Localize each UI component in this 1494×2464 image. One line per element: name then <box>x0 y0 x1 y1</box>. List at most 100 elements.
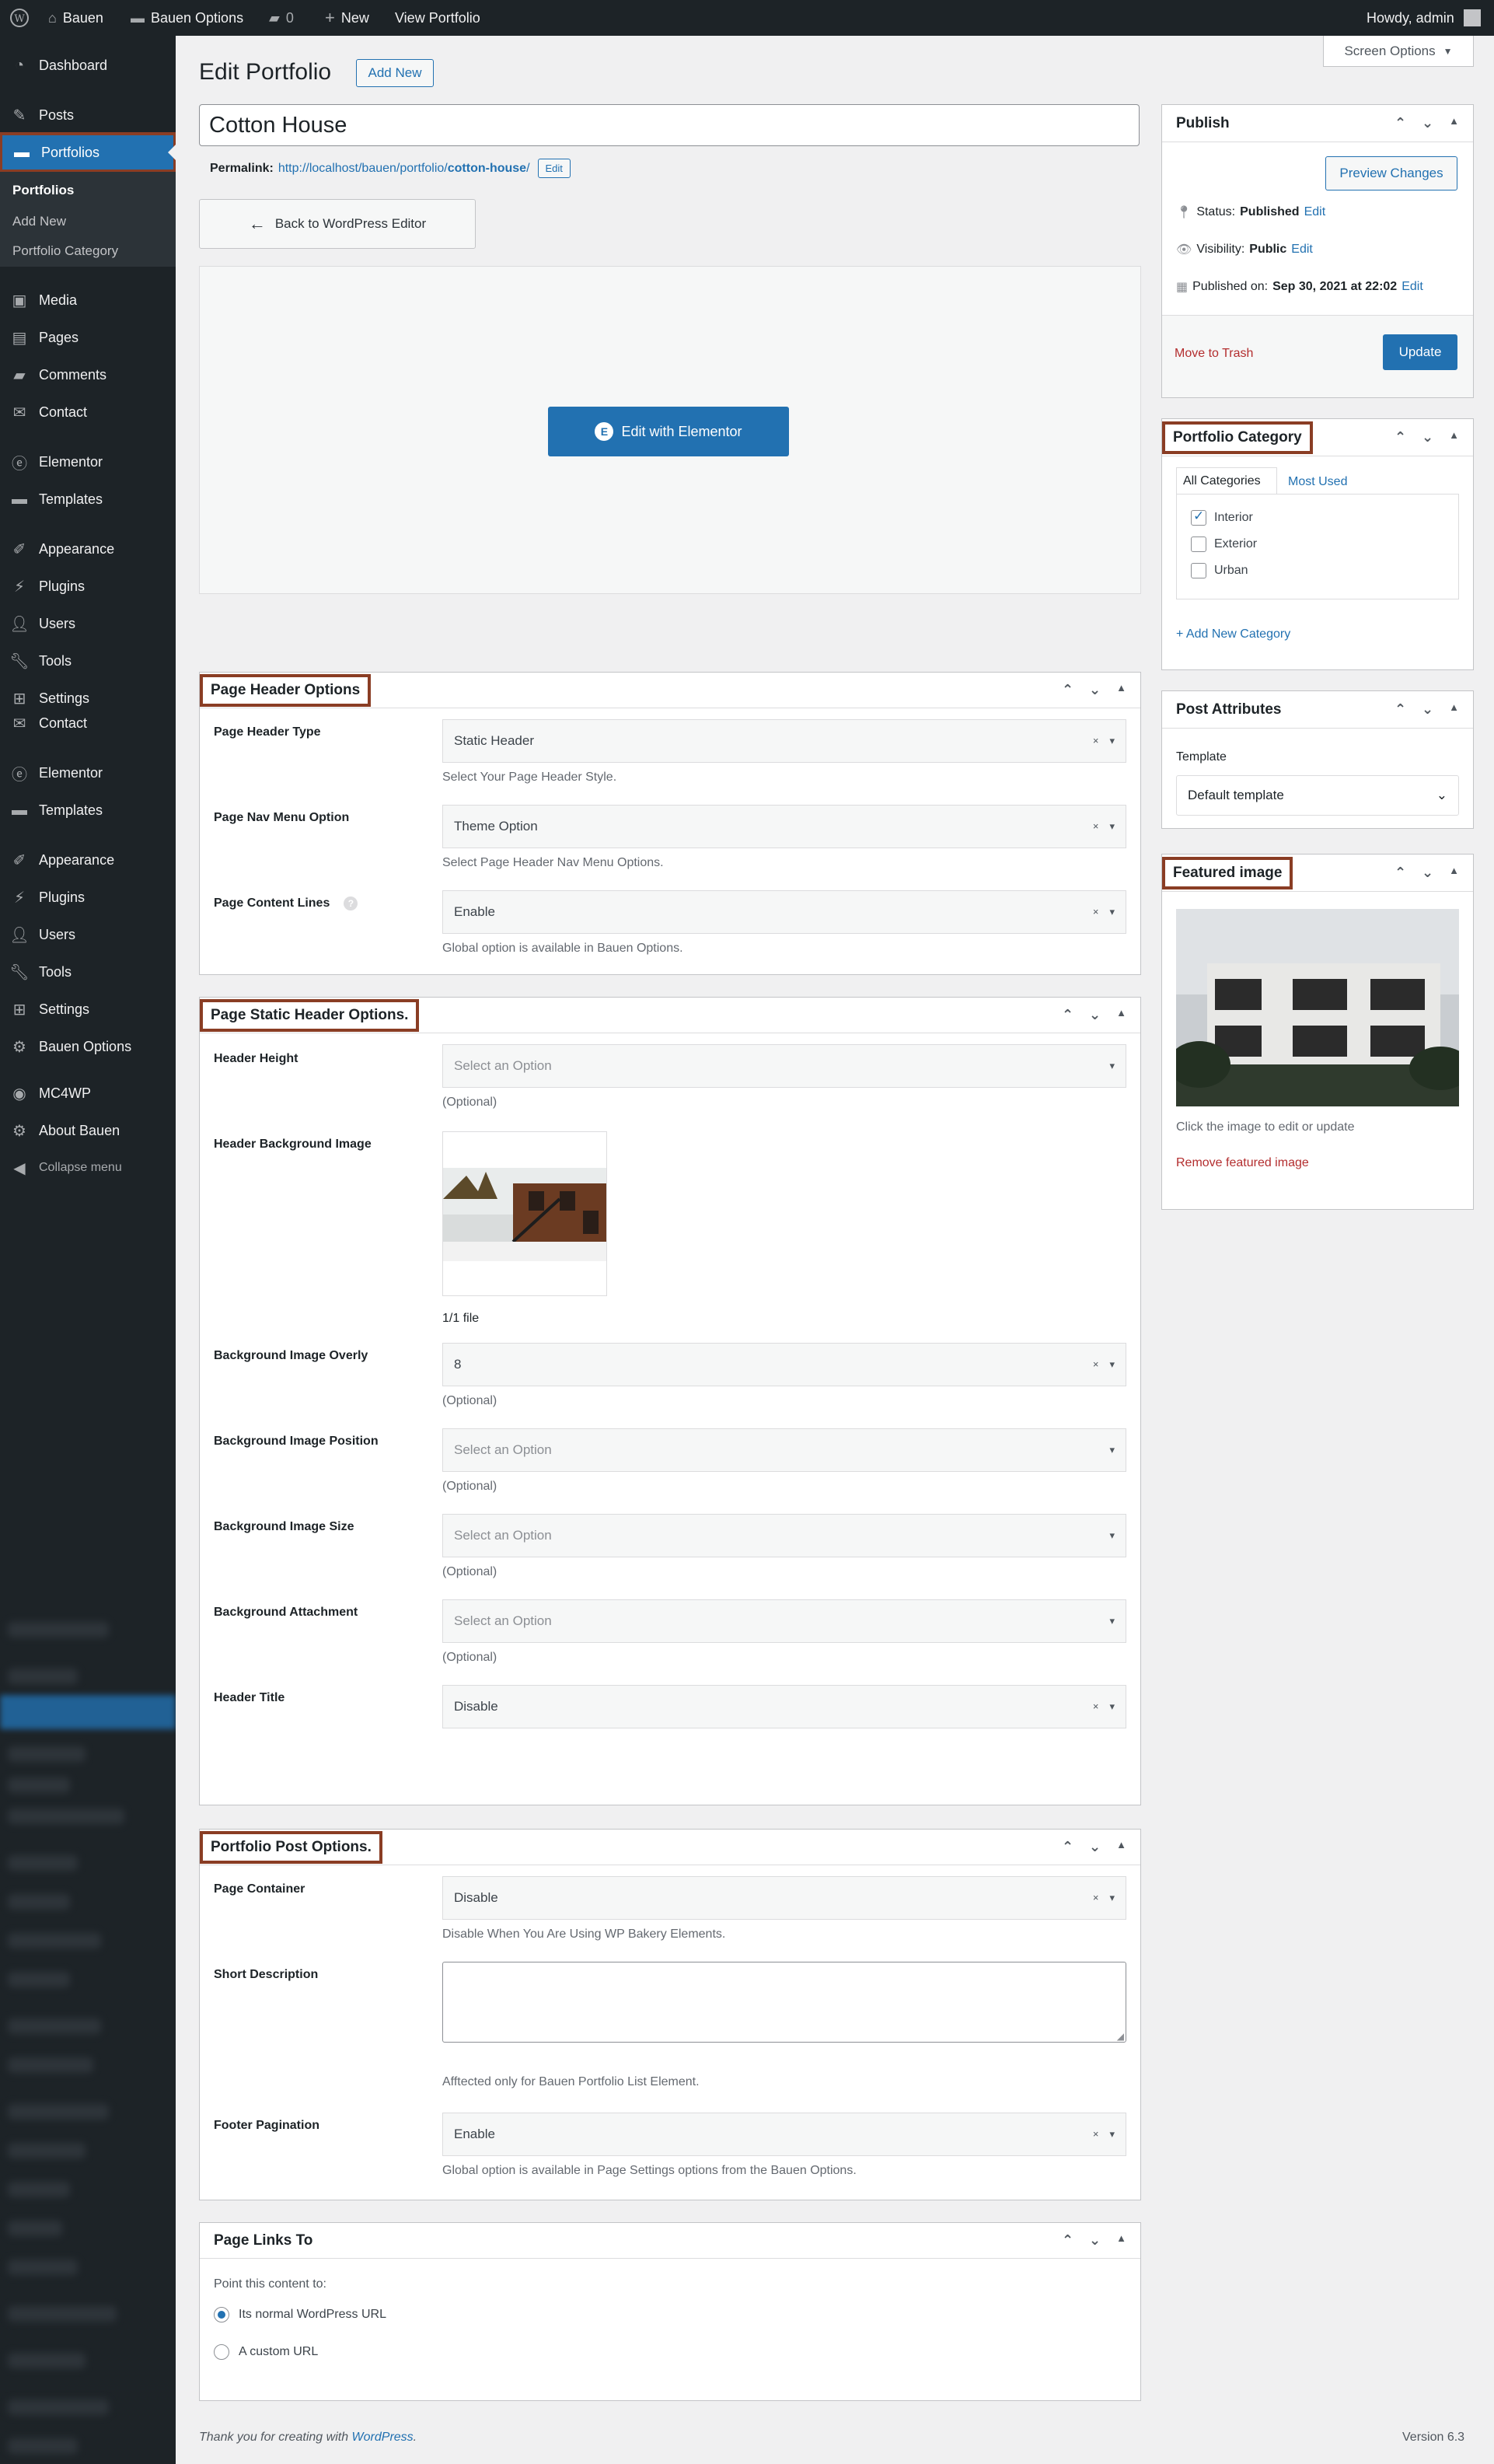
menu-templates-2[interactable]: ▬ Templates <box>0 793 176 827</box>
bauen-options-link[interactable]: ▬ Bauen Options <box>131 0 243 36</box>
background-image-position-select[interactable]: Select an Option ▾ <box>442 1428 1126 1472</box>
menu-contact[interactable]: ✉ Contact <box>0 395 176 429</box>
comments-link[interactable]: ▰ 0 <box>269 0 294 36</box>
site-name-link[interactable]: ⌂ Bauen <box>48 0 103 36</box>
menu-about-bauen[interactable]: ⚙ About Bauen <box>0 1113 176 1148</box>
menu-collapse[interactable]: ◀ Collapse menu <box>0 1151 176 1185</box>
menu-appearance-2[interactable]: ✐ Appearance <box>0 843 176 877</box>
toggle-icon[interactable]: ▲ <box>1449 115 1459 131</box>
page-nav-menu-select[interactable]: Theme Option × ▾ <box>442 805 1126 848</box>
menu-settings-2[interactable]: ⊞ Settings <box>0 992 176 1026</box>
move-up-icon[interactable]: ⌃ <box>1062 682 1073 698</box>
help-icon[interactable]: ? <box>344 896 358 910</box>
visibility-edit-link[interactable]: Edit <box>1291 243 1313 257</box>
page-content-lines-select[interactable]: Enable × ▾ <box>442 890 1126 934</box>
menu-comments[interactable]: ▰ Comments <box>0 358 176 392</box>
submenu-portfolios[interactable]: Portfolios <box>0 183 176 198</box>
resize-handle-icon[interactable]: ◢ <box>1117 2031 1124 2042</box>
menu-appearance[interactable]: ✐ Appearance <box>0 532 176 566</box>
menu-posts[interactable]: ✎ Posts <box>0 98 176 132</box>
add-new-category-link[interactable]: + Add New Category <box>1176 627 1290 641</box>
page-header-type-select[interactable]: Static Header × ▾ <box>442 719 1126 763</box>
clear-icon[interactable]: × <box>1093 2128 1099 2141</box>
menu-bauen-options[interactable]: ⚙ Bauen Options <box>0 1029 176 1064</box>
add-new-button[interactable]: Add New <box>356 59 434 87</box>
move-up-icon[interactable]: ⌃ <box>1395 429 1406 446</box>
background-image-overlay-select[interactable]: 8 × ▾ <box>442 1343 1126 1386</box>
link-option-normal[interactable]: Its normal WordPress URL <box>214 2307 386 2322</box>
radio-button[interactable] <box>214 2307 229 2322</box>
permalink-edit-button[interactable]: Edit <box>537 159 571 178</box>
menu-media[interactable]: ▣ Media <box>0 283 176 317</box>
menu-users[interactable]: 👤︎ Users <box>0 606 176 641</box>
view-portfolio-link[interactable]: View Portfolio <box>395 0 480 36</box>
screen-options-button[interactable]: Screen Options ▼ <box>1323 36 1474 67</box>
menu-tools[interactable]: 🔧︎ Tools <box>0 644 176 678</box>
move-down-icon[interactable]: ⌄ <box>1422 701 1433 718</box>
checkbox[interactable] <box>1191 563 1206 578</box>
tab-all-categories[interactable]: All Categories <box>1176 467 1277 494</box>
footer-pagination-select[interactable]: Enable × ▾ <box>442 2113 1126 2156</box>
checkbox-checked[interactable]: ✓ <box>1191 509 1206 526</box>
menu-pages[interactable]: ▤ Pages <box>0 320 176 355</box>
short-description-textarea[interactable]: ◢ <box>442 1962 1126 2043</box>
toggle-icon[interactable]: ▲ <box>1116 2232 1126 2249</box>
menu-contact-2[interactable]: ✉ Contact <box>0 706 176 740</box>
move-to-trash-link[interactable]: Move to Trash <box>1175 347 1253 361</box>
menu-tools-2[interactable]: 🔧︎ Tools <box>0 955 176 989</box>
toggle-icon[interactable]: ▲ <box>1449 865 1459 881</box>
edit-with-elementor-button[interactable]: E Edit with Elementor <box>548 407 789 456</box>
toggle-icon[interactable]: ▲ <box>1116 1007 1126 1023</box>
submenu-portfolio-category[interactable]: Portfolio Category <box>0 243 176 259</box>
menu-users-2[interactable]: 👤︎ Users <box>0 917 176 952</box>
header-background-image-thumb[interactable] <box>442 1131 607 1296</box>
account-menu[interactable]: Howdy, admin <box>1367 0 1481 36</box>
move-up-icon[interactable]: ⌃ <box>1062 1007 1073 1023</box>
toggle-icon[interactable]: ▲ <box>1449 429 1459 446</box>
background-attachment-select[interactable]: Select an Option ▾ <box>442 1599 1126 1643</box>
toggle-icon[interactable]: ▲ <box>1116 682 1126 698</box>
radio-button[interactable] <box>214 2344 229 2360</box>
status-edit-link[interactable]: Edit <box>1304 205 1326 219</box>
move-down-icon[interactable]: ⌄ <box>1089 2232 1101 2249</box>
move-down-icon[interactable]: ⌄ <box>1089 1839 1101 1855</box>
featured-image[interactable] <box>1176 909 1459 1106</box>
update-button[interactable]: Update <box>1383 334 1457 370</box>
link-option-custom[interactable]: A custom URL <box>214 2344 318 2360</box>
menu-plugins[interactable]: ⚡ Plugins <box>0 569 176 603</box>
category-item[interactable]: Urban <box>1191 563 1248 578</box>
move-down-icon[interactable]: ⌄ <box>1422 865 1433 881</box>
preview-changes-button[interactable]: Preview Changes <box>1325 156 1457 190</box>
move-up-icon[interactable]: ⌃ <box>1395 865 1406 881</box>
category-item[interactable]: Exterior <box>1191 536 1257 552</box>
clear-icon[interactable]: × <box>1093 1892 1099 1904</box>
date-edit-link[interactable]: Edit <box>1401 280 1423 294</box>
move-down-icon[interactable]: ⌄ <box>1089 1007 1101 1023</box>
wordpress-logo-icon[interactable]: W <box>9 0 30 36</box>
move-down-icon[interactable]: ⌄ <box>1422 115 1433 131</box>
category-item[interactable]: ✓ Interior <box>1191 509 1253 526</box>
menu-mc4wp[interactable]: ◉ MC4WP <box>0 1076 176 1110</box>
menu-dashboard[interactable]: ◔ Dashboard <box>0 48 176 82</box>
menu-plugins-2[interactable]: ⚡ Plugins <box>0 880 176 914</box>
clear-icon[interactable]: × <box>1093 1358 1099 1371</box>
background-image-size-select[interactable]: Select an Option ▾ <box>442 1514 1126 1557</box>
post-title-input[interactable]: Cotton House <box>199 104 1140 146</box>
clear-icon[interactable]: × <box>1093 1700 1099 1713</box>
header-height-select[interactable]: Select an Option ▾ <box>442 1044 1126 1088</box>
move-up-icon[interactable]: ⌃ <box>1395 115 1406 131</box>
move-down-icon[interactable]: ⌄ <box>1422 429 1433 446</box>
clear-icon[interactable]: × <box>1093 735 1099 747</box>
menu-templates[interactable]: ▬ Templates <box>0 482 176 516</box>
wordpress-link[interactable]: WordPress <box>352 2431 414 2444</box>
clear-icon[interactable]: × <box>1093 906 1099 918</box>
menu-portfolios[interactable]: ▬ Portfolios <box>0 132 176 173</box>
toggle-icon[interactable]: ▲ <box>1116 1839 1126 1855</box>
page-container-select[interactable]: Disable × ▾ <box>442 1876 1126 1920</box>
back-to-wordpress-editor-button[interactable]: ← Back to WordPress Editor <box>199 199 476 249</box>
template-select[interactable]: Default template ⌄ <box>1176 775 1459 816</box>
menu-elementor-2[interactable]: ⓔ Elementor <box>0 756 176 790</box>
header-title-select[interactable]: Disable × ▾ <box>442 1685 1126 1728</box>
tab-most-used[interactable]: Most Used <box>1288 475 1347 489</box>
move-up-icon[interactable]: ⌃ <box>1395 701 1406 718</box>
